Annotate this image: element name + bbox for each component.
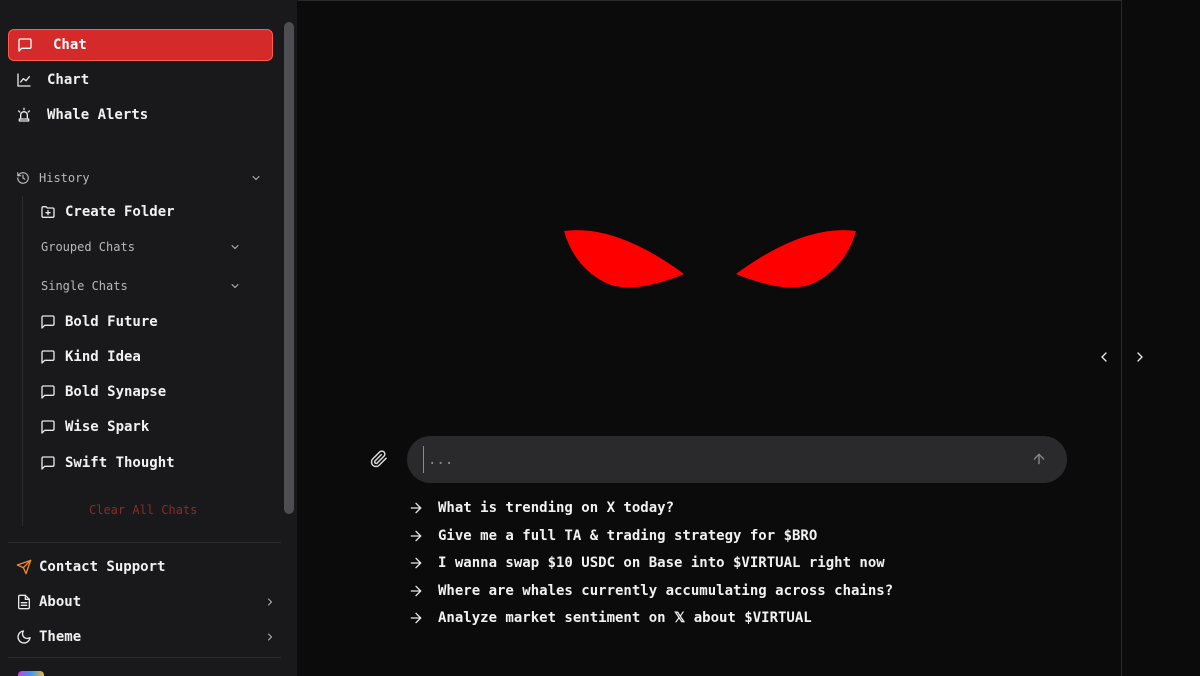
- moon-icon: [16, 629, 32, 645]
- nav-item-label: Chart: [47, 72, 90, 88]
- create-folder-label: Create Folder: [65, 204, 175, 220]
- file-text-icon: [16, 594, 32, 610]
- nav-item-chat[interactable]: Chat: [8, 29, 273, 61]
- nav-item-whale-alerts[interactable]: Whale Alerts: [8, 99, 273, 131]
- chat-history-label: Bold Synapse: [65, 384, 167, 400]
- chevron-right-icon: [264, 631, 276, 643]
- sidebar-scrollbar[interactable]: [281, 0, 297, 676]
- suggestion-text: Analyze market sentiment on 𝕏 about $VIR…: [438, 610, 812, 626]
- theme-button[interactable]: Theme: [16, 624, 278, 650]
- chevron-left-icon[interactable]: [1096, 349, 1112, 365]
- suggestion-item[interactable]: Analyze market sentiment on 𝕏 about $VIR…: [408, 607, 1008, 629]
- theme-label: Theme: [39, 629, 82, 645]
- sidebar: Chat Chart Whale Alerts History Create F…: [0, 0, 297, 676]
- suggestion-text: Where are whales currently accumulating …: [438, 583, 894, 599]
- line-chart-icon: [16, 72, 32, 88]
- suggestion-item[interactable]: Give me a full TA & trading strategy for…: [408, 525, 1008, 547]
- message-square-icon: [40, 314, 56, 330]
- chat-history-label: Swift Thought: [65, 455, 175, 471]
- chat-main-area: [298, 0, 1121, 676]
- history-label: History: [39, 171, 90, 185]
- nav-item-chart[interactable]: Chart: [8, 64, 273, 96]
- chevron-down-icon: [229, 241, 241, 253]
- message-square-icon: [40, 384, 56, 400]
- chat-history-item[interactable]: Kind Idea: [40, 344, 250, 370]
- right-panel-divider: [1121, 0, 1122, 676]
- chevron-right-icon: [264, 596, 276, 608]
- nav-item-label: Whale Alerts: [47, 107, 149, 123]
- message-square-icon: [17, 37, 33, 53]
- arrow-right-icon: [408, 583, 424, 599]
- scrollbar-thumb[interactable]: [284, 22, 294, 514]
- about-label: About: [39, 594, 82, 610]
- send-icon: [16, 559, 32, 575]
- left-eye: [564, 230, 684, 288]
- create-folder-button[interactable]: Create Folder: [40, 199, 250, 225]
- app-root: Chat Chart Whale Alerts History Create F…: [0, 0, 1200, 676]
- siren-icon: [16, 107, 32, 123]
- chevron-down-icon: [229, 280, 241, 292]
- about-button[interactable]: About: [16, 589, 278, 615]
- suggestion-item[interactable]: What is trending on X today?: [408, 497, 1008, 519]
- message-square-icon: [40, 419, 56, 435]
- arrow-up-icon[interactable]: [1031, 451, 1047, 467]
- suggestion-item[interactable]: I wanna swap $10 USDC on Base into $VIRT…: [408, 552, 1008, 574]
- chat-history-item[interactable]: Bold Future: [40, 309, 250, 335]
- chat-history-label: Kind Idea: [65, 349, 141, 365]
- arrow-right-icon: [408, 528, 424, 544]
- arrow-right-icon: [408, 555, 424, 571]
- message-composer: [407, 436, 1067, 483]
- contact-support-label: Contact Support: [39, 559, 166, 575]
- chat-history-item[interactable]: Swift Thought: [40, 450, 250, 476]
- paperclip-icon[interactable]: [370, 450, 388, 468]
- grouped-chats-toggle[interactable]: Grouped Chats: [41, 237, 241, 257]
- sidebar-divider: [8, 542, 288, 543]
- chat-history-label: Wise Spark: [65, 419, 150, 435]
- nav-item-label: Chat: [53, 37, 87, 53]
- single-chats-toggle[interactable]: Single Chats: [41, 276, 241, 296]
- message-square-icon: [40, 349, 56, 365]
- grouped-chats-label: Grouped Chats: [41, 240, 135, 254]
- history-icon: [16, 171, 30, 185]
- arrow-right-icon: [408, 610, 424, 626]
- history-toggle[interactable]: History: [16, 168, 266, 188]
- suggestion-text: I wanna swap $10 USDC on Base into $VIRT…: [438, 555, 885, 571]
- message-input[interactable]: [423, 446, 1013, 473]
- avatar[interactable]: [18, 671, 44, 676]
- chat-history-item[interactable]: Wise Spark: [40, 414, 250, 440]
- single-chats-label: Single Chats: [41, 279, 128, 293]
- chat-history-item[interactable]: Bold Synapse: [40, 379, 250, 405]
- chevron-right-icon[interactable]: [1132, 349, 1148, 365]
- chevron-down-icon: [250, 172, 262, 184]
- contact-support-button[interactable]: Contact Support: [16, 554, 278, 580]
- red-eyes-logo: [564, 230, 856, 288]
- chat-history-label: Bold Future: [65, 314, 158, 330]
- arrow-right-icon: [408, 500, 424, 516]
- sidebar-divider: [8, 657, 288, 658]
- history-tree-line: [22, 196, 23, 526]
- right-eye: [736, 230, 856, 288]
- message-square-icon: [40, 455, 56, 471]
- suggestion-text: Give me a full TA & trading strategy for…: [438, 528, 818, 544]
- folder-plus-icon: [40, 204, 56, 220]
- clear-all-chats-button[interactable]: Clear All Chats: [89, 503, 197, 517]
- suggestion-item[interactable]: Where are whales currently accumulating …: [408, 580, 1008, 602]
- suggestion-text: What is trending on X today?: [438, 500, 675, 516]
